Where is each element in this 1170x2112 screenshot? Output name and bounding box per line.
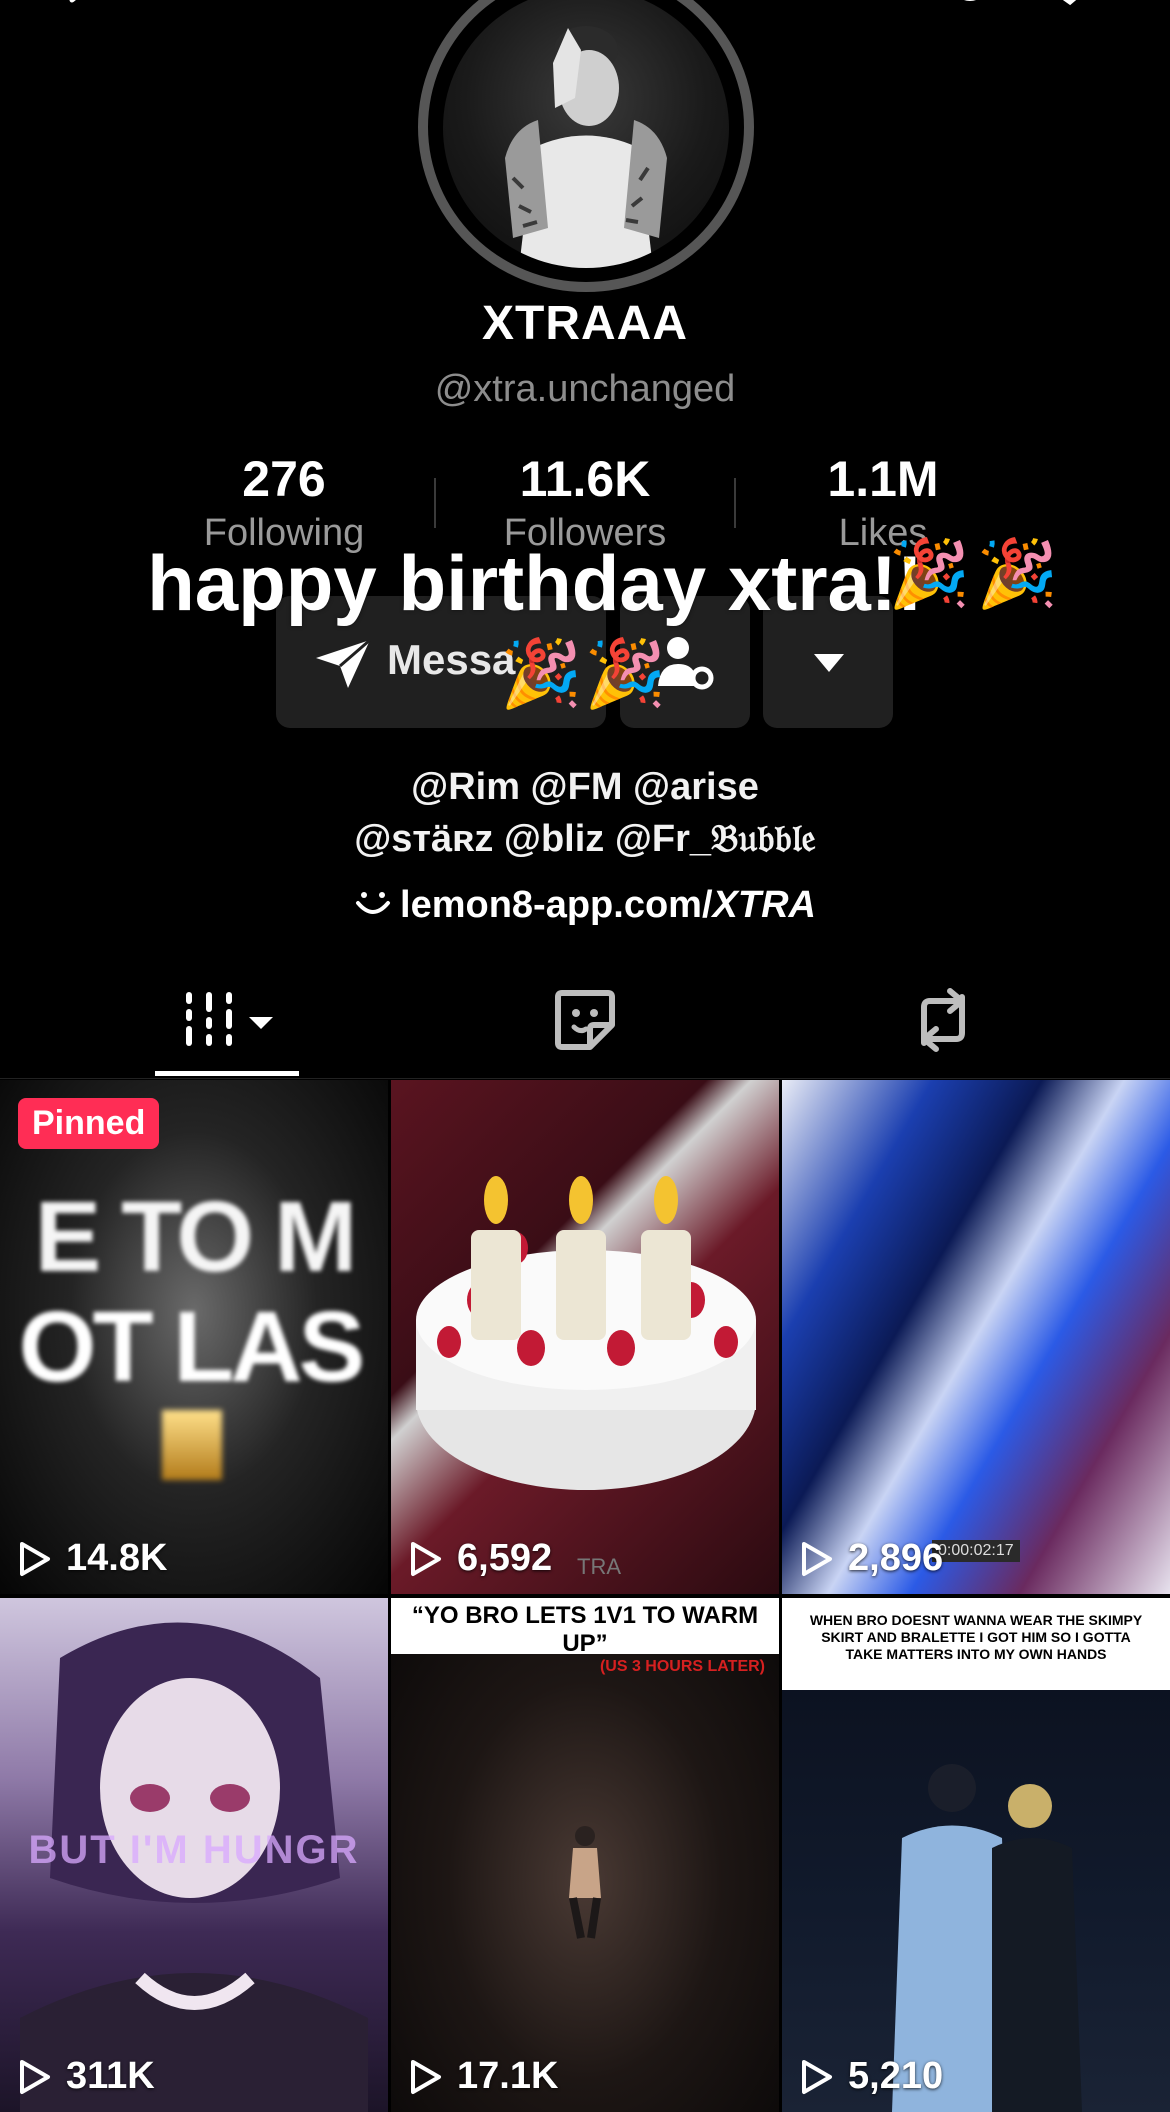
tab-videos[interactable]: [155, 985, 299, 1055]
favorites-sticker-icon: [555, 990, 615, 1050]
view-count-text: 6,592: [457, 1537, 553, 1579]
view-count-text: 311K: [66, 2055, 155, 2097]
bio-line: @sтäʀz @bliz @Fr_𝔅𝔲𝔟𝔟𝔩𝔢: [354, 818, 816, 860]
send-icon: [316, 638, 371, 688]
tab-favorites[interactable]: [550, 985, 620, 1055]
avatar[interactable]: [443, 0, 729, 268]
play-icon: [802, 2059, 832, 2094]
tab-reposts[interactable]: [908, 985, 978, 1055]
party-popper-icon: 🎉: [888, 536, 971, 610]
view-count: 311K: [18, 2055, 155, 2098]
play-icon: [20, 1541, 50, 1576]
view-count-text: 2,896: [848, 1537, 944, 1579]
play-icon: [411, 2059, 441, 2094]
play-icon: [20, 2059, 50, 2094]
view-count-text: 5,210: [848, 2055, 944, 2097]
video-tile[interactable]: WHEN BRO DOESNT WANNA WEAR THE SKIMPY SK…: [782, 1598, 1170, 2112]
view-count: 6,592: [409, 1537, 552, 1580]
crown-glow: [162, 1410, 222, 1480]
video-tile[interactable]: TRA 6,592: [391, 1080, 779, 1594]
bio-link-text: lemon8-app.com/: [400, 884, 713, 926]
video-overlay-text: E TO M: [34, 1181, 358, 1293]
videos-grid-icon: [186, 992, 273, 1046]
view-count: 2,896: [800, 1537, 943, 1580]
video-tile[interactable]: E TO M OT LAS Pinned 14.8K: [0, 1080, 388, 1594]
notification-bell-icon[interactable]: [950, 0, 990, 14]
overlay-caption-text: happy birthday xtra!!: [147, 539, 923, 627]
view-count: 14.8K: [18, 1537, 167, 1580]
chevron-down-icon: [814, 654, 844, 672]
video-tile[interactable]: BUT I'M HUNGR 311K: [0, 1598, 388, 2112]
stat-likes-value: 1.1M: [827, 451, 939, 507]
lemon8-icon: [356, 892, 391, 914]
watermark-text: TRA: [577, 1554, 621, 1579]
tab-divider: [0, 1078, 1170, 1079]
party-popper-icon: 🎉: [976, 536, 1059, 610]
stat-following-value: 276: [242, 451, 326, 507]
bio-link[interactable]: lemon8-app.com/XTRA: [0, 884, 1170, 927]
birthday-cake-icon: [416, 1176, 756, 1490]
play-icon: [802, 1541, 832, 1576]
view-count: 5,210: [800, 2055, 943, 2098]
anime-characters-image-icon: [892, 1764, 1082, 2112]
play-icon: [411, 1541, 441, 1576]
video-timestamp: 0:00:02:17: [932, 1540, 1020, 1562]
avatar-image-icon: [505, 26, 667, 268]
display-name: XTRAAA: [482, 297, 688, 350]
repost-icon: [921, 988, 965, 1052]
view-count-text: 17.1K: [457, 2055, 559, 2097]
video-overlay-text: OT LAS: [18, 1291, 366, 1403]
bio-link-italic: XTRA: [712, 884, 816, 926]
view-count-text: 14.8K: [66, 1537, 168, 1579]
tab-active-indicator: [155, 1071, 299, 1076]
back-icon[interactable]: [58, 0, 98, 14]
share-icon[interactable]: [1050, 0, 1090, 14]
party-popper-icon: 🎉: [500, 636, 583, 710]
video-tile[interactable]: 0:00:02:17 2,896: [782, 1080, 1170, 1594]
username: @xtra.unchanged: [434, 368, 736, 410]
video-tile[interactable]: “YO BRO LETS 1V1 TO WARM UP” (US 3 HOURS…: [391, 1598, 779, 2112]
person-figure-icon: [569, 1826, 601, 1939]
bio-line: @Rim @FM @arise: [411, 766, 759, 808]
party-popper-icon: 🎉: [584, 636, 667, 710]
video-overlay-text: BUT I'M HUNGR: [28, 1828, 360, 1872]
view-count: 17.1K: [409, 2055, 558, 2098]
stat-followers-value: 11.6K: [519, 451, 651, 507]
pinned-badge: Pinned: [18, 1098, 160, 1149]
message-label-text: Messa: [387, 636, 516, 683]
